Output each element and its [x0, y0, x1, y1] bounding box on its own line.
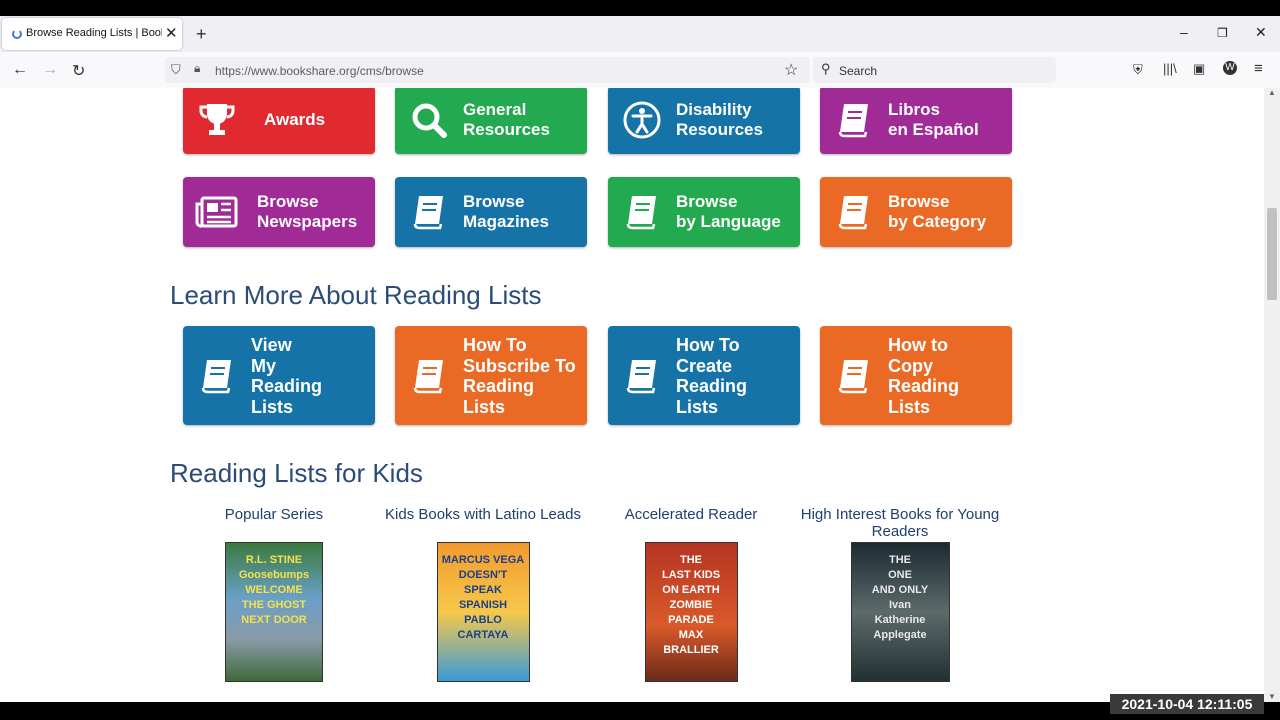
book-cover-text: R.L. STINE Goosebumps WELCOME THE GHOST …	[238, 554, 310, 626]
scrollbar-thumb[interactable]	[1267, 208, 1277, 300]
web-page: Awards General Resources Disability Resour…	[0, 88, 1264, 702]
tile-label: Browse by Language	[676, 192, 781, 231]
book-icon	[193, 352, 241, 400]
tab-strip: Browse Reading Lists | Bookshare ✕	[0, 16, 1280, 52]
restore-icon[interactable]: ❐	[1217, 26, 1228, 40]
tile-awards[interactable]: Awards	[183, 88, 375, 154]
tab-title: Browse Reading Lists | Bookshare	[26, 27, 162, 39]
tile-label: Awards	[264, 110, 326, 129]
search-icon: ⚲	[821, 61, 831, 76]
kids-list-title[interactable]: Accelerated Reader	[591, 506, 791, 523]
trophy-icon	[193, 96, 241, 144]
tile-label: Browse Newspapers	[257, 192, 358, 231]
close-window-icon[interactable]: ✕	[1255, 24, 1267, 41]
book-icon	[618, 352, 666, 400]
sidebar-icon[interactable]: ▣	[1193, 61, 1205, 77]
back-icon[interactable]: ←	[12, 61, 28, 79]
tile-label: Browse by Category	[888, 192, 987, 231]
tile-label: How To Subscribe To Reading Lists	[463, 335, 576, 417]
search-icon	[405, 96, 453, 144]
scrollbar[interactable]	[1264, 88, 1280, 702]
book-cover[interactable]: R.L. STINE Goosebumps WELCOME THE GHOST …	[225, 542, 323, 682]
tile-general-resources[interactable]: General Resources	[395, 88, 587, 154]
screen-bottom-bar	[0, 702, 1280, 720]
kids-list-title[interactable]: High Interest Books for Young Readers	[800, 506, 1000, 540]
book-icon	[830, 188, 878, 236]
tile-view-my-reading-lists[interactable]: View My Reading Lists	[183, 326, 375, 425]
browser-tab[interactable]: Browse Reading Lists | Bookshare ✕	[2, 18, 182, 50]
pocket-icon[interactable]: ⛨	[1133, 62, 1143, 78]
tile-disability-resources[interactable]: Disability Resources	[608, 88, 800, 154]
accessibility-icon	[618, 96, 666, 144]
tile-browse-magazines[interactable]: Browse Magazines	[395, 177, 587, 247]
account-icon[interactable]: W	[1223, 61, 1237, 75]
book-cover-text: THE ONE AND ONLY Ivan Katherine Applegat…	[871, 554, 929, 641]
kids-list-title[interactable]: Kids Books with Latino Leads	[383, 506, 583, 523]
forward-icon[interactable]: →	[42, 61, 58, 79]
scroll-down-icon[interactable]: ▼	[1268, 692, 1276, 701]
book-cover-text: THE LAST KIDS ON EARTH ZOMBIE PARADE MAX…	[661, 554, 721, 656]
tile-browse-by-language[interactable]: Browse by Language	[608, 177, 800, 247]
book-cover[interactable]: THE ONE AND ONLY Ivan Katherine Applegat…	[850, 542, 950, 682]
tile-label: Disability Resources	[676, 100, 763, 139]
scroll-up-icon[interactable]: ▲	[1268, 88, 1276, 97]
book-cover-text: MARCUS VEGA DOESN'T SPEAK SPANISH PABLO …	[441, 554, 525, 641]
tile-how-to-create-reading-lists[interactable]: How To Create Reading Lists	[608, 326, 800, 425]
book-icon	[618, 188, 666, 236]
loading-icon	[12, 29, 22, 39]
close-tab-icon[interactable]: ✕	[165, 24, 178, 42]
lock-icon[interactable]: 🔒︎	[194, 61, 200, 76]
section-heading-kids: Reading Lists for Kids	[170, 458, 423, 488]
tile-browse-newspapers[interactable]: Browse Newspapers	[183, 177, 375, 247]
reload-icon[interactable]: ↻	[72, 61, 85, 81]
tile-label: Libros en Español	[888, 100, 979, 139]
minimize-icon[interactable]: –	[1180, 24, 1188, 40]
bookmark-star-icon[interactable]: ☆	[784, 60, 798, 80]
url-text[interactable]: https://www.bookshare.org/cms/browse	[215, 64, 424, 78]
book-icon	[830, 352, 878, 400]
book-icon	[830, 96, 878, 144]
book-cover[interactable]: THE LAST KIDS ON EARTH ZOMBIE PARADE MAX…	[644, 542, 738, 682]
tile-libros-en-español[interactable]: Libros en Español	[820, 88, 1012, 154]
tile-label: How to Copy Reading Lists	[888, 335, 960, 417]
tile-browse-by-category[interactable]: Browse by Category	[820, 177, 1012, 247]
shield-icon[interactable]: ⛉	[171, 62, 181, 78]
tile-how-to-subscribe-to-reading-lists[interactable]: How To Subscribe To Reading Lists	[395, 326, 587, 425]
menu-icon[interactable]: ≡	[1254, 60, 1263, 77]
library-icon[interactable]: |||\	[1163, 61, 1177, 76]
kids-list-title[interactable]: Popular Series	[174, 506, 374, 523]
tile-label: Browse Magazines	[463, 192, 549, 231]
book-icon	[405, 352, 453, 400]
search-placeholder: Search	[839, 64, 878, 78]
section-heading-reading-lists: Learn More About Reading Lists	[170, 280, 542, 310]
tile-label: View My Reading Lists	[251, 335, 323, 417]
screen-top-bar	[0, 0, 1280, 16]
new-tab-icon[interactable]: +	[196, 24, 207, 45]
timestamp: 2021-10-04 12:11:05	[1110, 694, 1264, 714]
newspaper-icon	[193, 188, 241, 236]
tile-how-to-copy-reading-lists[interactable]: How to Copy Reading Lists	[820, 326, 1012, 425]
book-icon	[405, 188, 453, 236]
book-cover[interactable]: MARCUS VEGA DOESN'T SPEAK SPANISH PABLO …	[436, 542, 530, 682]
tile-label: How To Create Reading Lists	[676, 335, 748, 417]
tile-label: General Resources	[463, 100, 550, 139]
